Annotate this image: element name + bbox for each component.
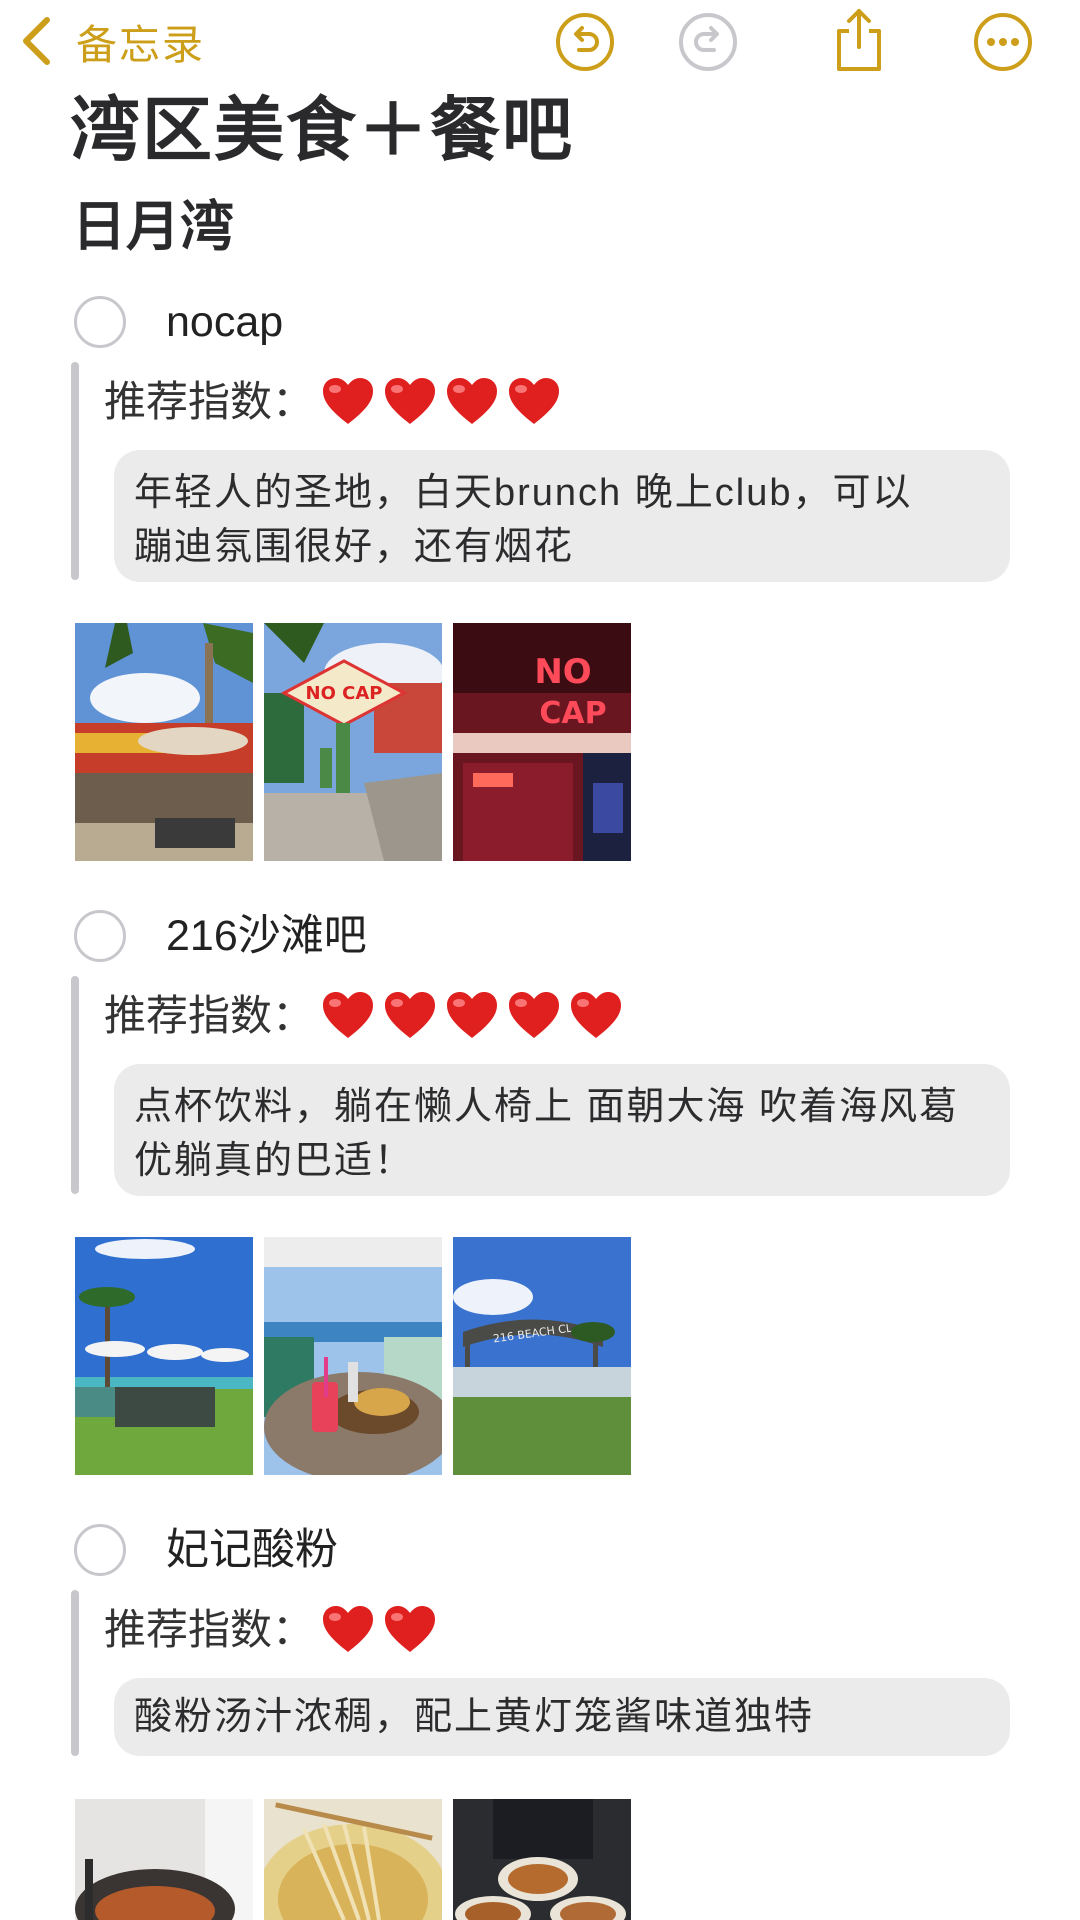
section-heading: 日月湾: [72, 197, 234, 257]
redo-icon: [678, 12, 738, 72]
heart-icon: [323, 1606, 374, 1652]
description-line: 年轻人的圣地，白天brunch 晚上club，可以: [134, 472, 913, 514]
rating-row: 推荐指数：: [104, 372, 568, 432]
more-button[interactable]: [971, 10, 1035, 74]
chevron-left-icon: [20, 16, 52, 66]
drinks-taco-photo[interactable]: [264, 1237, 442, 1475]
heart-icon: [509, 992, 560, 1038]
checklist-checkbox[interactable]: [74, 1524, 126, 1576]
svg-text:CAP: CAP: [539, 696, 606, 731]
heart-icon: [323, 378, 374, 424]
quote-bar: [71, 1590, 79, 1756]
heart-icon: [447, 378, 498, 424]
beach-club-sign-photo[interactable]: 216 BEACH CL: [453, 1237, 631, 1475]
description-box: 酸粉汤汁浓稠，配上黄灯笼酱味道独特: [114, 1678, 1010, 1756]
rating-label: 推荐指数：: [104, 992, 315, 1039]
more-icon: [973, 12, 1033, 72]
svg-text:NO: NO: [534, 652, 591, 692]
nocap-sign-photo[interactable]: NO CAP: [264, 623, 442, 861]
noodles-photo[interactable]: [264, 1799, 442, 1920]
quote-bar: [71, 976, 79, 1194]
heart-icon: [385, 992, 436, 1038]
checklist-checkbox[interactable]: [74, 296, 126, 348]
heart-icon: [385, 1606, 436, 1652]
heart-rating: [320, 988, 630, 1044]
back-label: 备忘录: [76, 22, 205, 68]
heart-icon: [323, 992, 374, 1038]
description-box: 年轻人的圣地，白天brunch 晚上club，可以 蹦迪氛围很好，还有烟花: [114, 450, 1010, 582]
description-line: 点杯饮料，躺在懒人椅上 面朝大海 吹着海风葛: [134, 1086, 960, 1128]
nocap-night-photo[interactable]: NO CAP: [453, 623, 631, 861]
heart-icon: [571, 992, 622, 1038]
item-title: 妃记酸粉: [166, 1526, 338, 1574]
description-box: 点杯饮料，躺在懒人椅上 面朝大海 吹着海风葛 优躺真的巴适！: [114, 1064, 1010, 1196]
heart-icon: [509, 378, 560, 424]
beach-umbrellas-photo[interactable]: [75, 1237, 253, 1475]
item-title: nocap: [166, 298, 284, 346]
note-title: 湾区美食＋餐吧: [70, 91, 574, 169]
heart-icon: [385, 378, 436, 424]
description-line: 蹦迪氛围很好，还有烟花: [134, 526, 575, 568]
heart-rating: [320, 1602, 444, 1658]
back-button[interactable]: 备忘录: [20, 10, 205, 72]
description-line: 优躺真的巴适！: [134, 1140, 415, 1182]
soup-bowls-photo[interactable]: [453, 1799, 631, 1920]
item-title: 216沙滩吧: [166, 912, 367, 960]
svg-text:NO CAP: NO CAP: [306, 683, 383, 704]
rating-label: 推荐指数：: [104, 378, 315, 425]
beach-cafe-photo[interactable]: [75, 623, 253, 861]
undo-icon: [555, 12, 615, 72]
rating-label: 推荐指数：: [104, 1606, 315, 1653]
quote-bar: [71, 362, 79, 580]
heart-rating: [320, 374, 568, 430]
rating-row: 推荐指数：: [104, 986, 630, 1046]
undo-button[interactable]: [553, 10, 617, 74]
description-line: 酸粉汤汁浓稠，配上黄灯笼酱味道独特: [134, 1696, 815, 1738]
share-icon: [831, 7, 887, 73]
checklist-checkbox[interactable]: [74, 910, 126, 962]
redo-button[interactable]: [676, 10, 740, 74]
pot-photo[interactable]: [75, 1799, 253, 1920]
heart-icon: [447, 992, 498, 1038]
share-button[interactable]: [827, 8, 891, 72]
rating-row: 推荐指数：: [104, 1600, 444, 1660]
